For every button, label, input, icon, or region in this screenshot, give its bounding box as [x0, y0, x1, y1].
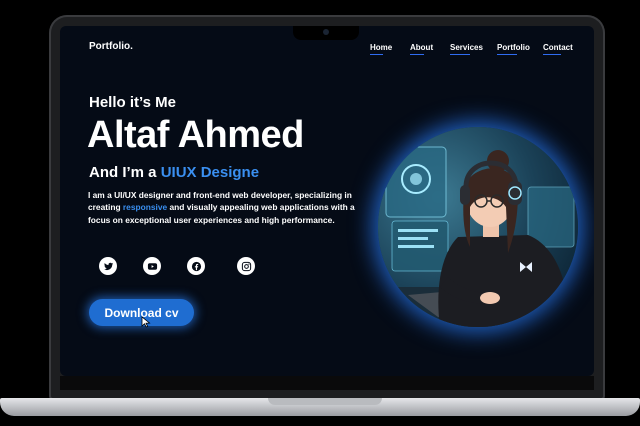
mouse-cursor-icon [141, 316, 151, 328]
hero-name: Altaf Ahmed [87, 114, 304, 156]
role-accent: UIUX Designe [160, 164, 260, 181]
nav-about[interactable]: About [410, 43, 433, 55]
nav-bar: Home About Services Portfolio Contact [60, 43, 594, 57]
webcam-icon [323, 29, 329, 35]
website-screen: Portfolio. Home About Services Portfolio… [60, 26, 594, 376]
role-prefix: And I’m a [89, 164, 161, 181]
nav-portfolio[interactable]: Portfolio [497, 43, 530, 55]
hero-greeting: Hello it’s Me [89, 94, 176, 111]
desc-highlight: responsive [122, 202, 168, 213]
instagram-icon[interactable] [237, 257, 255, 275]
nav-home[interactable]: Home [370, 43, 392, 55]
hero-description: I am a UI/UX designer and front-end web … [88, 189, 378, 226]
profile-portrait [378, 127, 578, 327]
nav-contact[interactable]: Contact [543, 43, 573, 55]
twitter-icon[interactable] [99, 257, 117, 275]
screen-bezel [60, 376, 594, 390]
youtube-icon[interactable] [143, 257, 161, 275]
hero-role: And I’m a UIUX Designe [89, 164, 259, 181]
nav-services[interactable]: Services [450, 43, 483, 55]
portrait-illustration [378, 127, 578, 327]
facebook-icon[interactable] [187, 257, 205, 275]
camera-notch [293, 26, 359, 40]
laptop-base-groove [268, 398, 382, 405]
